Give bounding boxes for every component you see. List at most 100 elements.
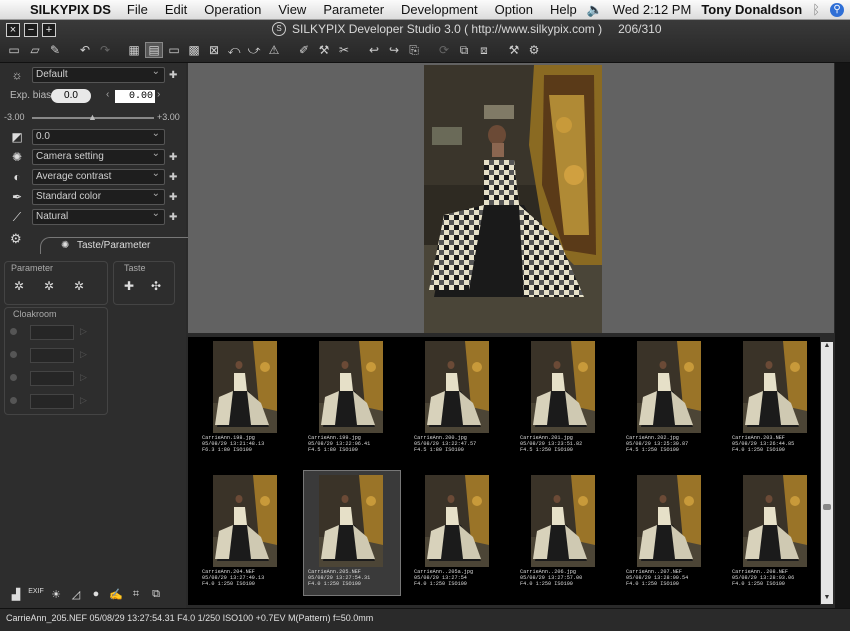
control-panel: ☼ Default ✚ Exp. bias 0.0 ‹ 0.00 › -3.00… <box>0 63 201 608</box>
thumbnail-item[interactable]: CarrieAnn..205a.jpg 05/08/29 13:27:54 F4.0… <box>410 471 506 595</box>
slider-knob[interactable]: ▲ <box>88 112 97 122</box>
taste-add-icon[interactable]: ✚ <box>121 279 137 293</box>
menu-operation[interactable]: Operation <box>204 2 261 17</box>
bluetooth-icon[interactable]: ᛒ <box>812 2 820 17</box>
parameter-apply-icon[interactable]: ✲ <box>11 279 27 293</box>
preview-view-icon[interactable]: ▭ <box>166 43 182 57</box>
cloakroom-slot[interactable]: ▷ <box>10 394 110 409</box>
camera-setting-icon[interactable]: ✺ <box>8 149 26 165</box>
contrast-dropdown[interactable]: Average contrast <box>32 167 165 185</box>
back-icon[interactable]: ↩ <box>366 43 382 57</box>
cloakroom-slot[interactable]: ▷ <box>10 348 110 363</box>
scroll-down-icon[interactable]: ▼ <box>821 594 833 604</box>
thumbnail-item[interactable]: CarrieAnn.200.jpg 05/08/29 13:22:47.57 F4.… <box>410 337 506 461</box>
brush-icon[interactable]: ✐ <box>296 43 312 57</box>
scrollbar-thumb[interactable] <box>823 504 831 510</box>
parameter-add-icon[interactable]: ✲ <box>41 279 57 293</box>
parameter-delete-icon[interactable]: ✲ <box>71 279 87 293</box>
spotlight-search-icon[interactable]: ⚲ <box>830 2 844 17</box>
preset-add-icon[interactable]: ✚ <box>169 70 177 81</box>
undo-icon[interactable]: ↶ <box>77 43 93 57</box>
compare-view-icon[interactable]: ▩ <box>186 43 202 57</box>
cloakroom-slot[interactable]: ▷ <box>10 325 110 340</box>
contrast-icon[interactable]: ◐ <box>8 169 26 185</box>
color-dropper-icon[interactable]: ✒ <box>8 189 26 205</box>
taste-remove-icon[interactable]: ✣ <box>148 279 164 293</box>
color-add-icon[interactable]: ✚ <box>169 192 177 203</box>
sun-icon[interactable]: ☀ <box>48 588 64 601</box>
thumbnail-item[interactable]: CarrieAnn.201.jpg 05/08/29 13:23:51.82 F4.… <box>516 337 612 461</box>
minimize-window-icon[interactable]: − <box>24 23 38 37</box>
sharpness-icon[interactable]: ⟋ <box>8 209 26 225</box>
redo-icon[interactable]: ↷ <box>97 43 113 57</box>
white-balance-icon[interactable]: ◩ <box>8 129 26 145</box>
menu-help[interactable]: Help <box>550 2 577 17</box>
decrease-arrow-icon[interactable]: ‹ <box>106 89 109 100</box>
thumbnail-view-icon[interactable]: ▦ <box>126 43 142 57</box>
rotate-left-icon[interactable]: ⤺ <box>226 43 242 57</box>
thumbnail-item[interactable]: CarrieAnn..206.jpg 05/08/29 13:27:57.00 F4… <box>516 471 612 595</box>
tools-icon[interactable]: ✎ <box>47 43 63 57</box>
menu-development[interactable]: Development <box>401 2 478 17</box>
camera-setting-add-icon[interactable]: ✚ <box>169 152 177 163</box>
thumbnail-item[interactable]: CarrieAnn.205.NEF 05/08/29 13:27:54.31 F4.… <box>303 470 401 596</box>
thumbnail-item[interactable]: CarrieAnn..207.NEF 05/08/29 13:28:00.54 F4… <box>622 471 718 595</box>
sync-icon[interactable]: ⟳ <box>436 43 452 57</box>
white-balance-dropdown[interactable]: 0.0 <box>32 127 165 145</box>
fullscreen-icon[interactable]: ⊠ <box>206 43 222 57</box>
sharpness-add-icon[interactable]: ✚ <box>169 212 177 223</box>
paste-params-icon[interactable]: ⧈ <box>476 43 492 57</box>
pen-icon[interactable]: ✍ <box>108 588 124 601</box>
gears-icon[interactable]: ⚙ <box>10 231 22 247</box>
sphere-icon[interactable]: ● <box>88 588 104 601</box>
folder-icon[interactable]: ▱ <box>27 43 43 57</box>
thumbnail-item[interactable]: CarrieAnn.198.jpg 05/08/29 13:21:48.13 F6.… <box>198 337 294 461</box>
scroll-up-icon[interactable]: ▲ <box>821 342 833 352</box>
spot-brush-icon[interactable]: ⚒ <box>316 43 332 57</box>
warning-icon[interactable]: ⚠ <box>266 43 282 57</box>
crop-icon[interactable]: ✂ <box>336 43 352 57</box>
menu-option[interactable]: Option <box>495 2 533 17</box>
thumbnail-item[interactable]: CarrieAnn..208.NEF 05/08/29 13:28:03.06 F4… <box>728 471 824 595</box>
exif-icon[interactable]: EXIF <box>28 588 44 601</box>
thumbnail-scrollbar[interactable]: ▲ ▼ <box>821 342 833 604</box>
exposure-icon[interactable]: ☼ <box>8 67 26 83</box>
close-window-icon[interactable]: × <box>6 23 20 37</box>
app-menu[interactable]: SILKYPIX DS <box>30 2 111 17</box>
contrast-add-icon[interactable]: ✚ <box>169 172 177 183</box>
thumbnail-item[interactable]: CarrieAnn.202.jpg 05/08/29 13:25:30.87 F4.… <box>622 337 718 461</box>
develop-icon[interactable]: ⎘ <box>406 43 422 57</box>
volume-icon[interactable]: 🔈 <box>587 2 603 18</box>
histogram-icon[interactable]: ▟ <box>8 588 24 601</box>
image-preview[interactable] <box>188 63 834 333</box>
combined-view-icon[interactable]: ▤ <box>145 42 163 58</box>
copy-params-icon[interactable]: ⧉ <box>456 43 472 57</box>
sharpness-dropdown[interactable]: Natural <box>32 207 165 225</box>
menu-view[interactable]: View <box>278 2 306 17</box>
clock[interactable]: Wed 2:12 PM <box>613 2 692 17</box>
tab-taste-parameter[interactable]: ✺ Taste/Parameter <box>40 237 201 254</box>
cloakroom-slot[interactable]: ▷ <box>10 371 110 386</box>
menu-edit[interactable]: Edit <box>165 2 187 17</box>
forward-icon[interactable]: ↪ <box>386 43 402 57</box>
increase-arrow-icon[interactable]: › <box>157 89 160 100</box>
menu-parameter[interactable]: Parameter <box>323 2 384 17</box>
settings-icon[interactable]: ⚙ <box>526 43 542 57</box>
curve-icon[interactable]: ◿ <box>68 588 84 601</box>
camera-setting-dropdown[interactable]: Camera setting <box>32 147 165 165</box>
crop-frame-icon[interactable]: ⌗ <box>128 588 144 601</box>
preset-dropdown[interactable]: Default <box>32 65 165 83</box>
color-dropdown[interactable]: Standard color <box>32 187 165 205</box>
exp-bias-input[interactable]: 0.00 <box>115 90 155 103</box>
thumbnail-item[interactable]: CarrieAnn.204.NEF 05/08/29 13:27:49.13 F4.… <box>198 471 294 595</box>
menu-file[interactable]: File <box>127 2 148 17</box>
layers-icon[interactable]: ⧉ <box>148 588 164 601</box>
exp-bias-value[interactable]: 0.0 <box>51 89 91 103</box>
thumbnail-item[interactable]: CarrieAnn.203.NEF 05/08/29 13:26:44.85 F4.… <box>728 337 824 461</box>
open-folder-icon[interactable]: ▭ <box>6 43 22 57</box>
thumbnail-item[interactable]: CarrieAnn.199.jpg 05/08/29 13:22:06.41 F4.… <box>304 337 400 461</box>
user-name[interactable]: Tony Donaldson <box>701 2 802 17</box>
zoom-window-icon[interactable]: + <box>42 23 56 37</box>
rotate-right-icon[interactable]: ⤻ <box>246 43 262 57</box>
hammer-icon[interactable]: ⚒ <box>506 43 522 57</box>
